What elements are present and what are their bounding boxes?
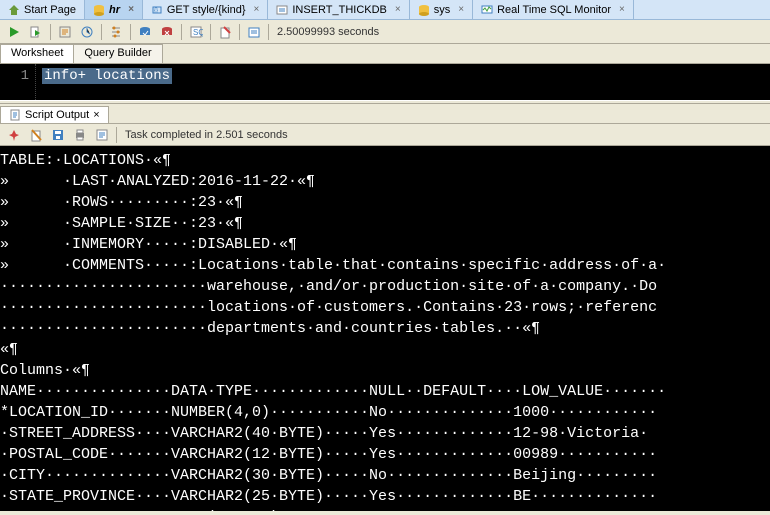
execution-time-label: 2.50099993 seconds <box>277 26 379 38</box>
run-button[interactable] <box>4 22 24 42</box>
explain-plan-button[interactable] <box>55 22 75 42</box>
line-gutter: 1 <box>0 64 36 100</box>
output-toolbar: Task completed in 2.501 seconds <box>0 124 770 146</box>
subtab-query-builder[interactable]: Query Builder <box>73 44 162 63</box>
close-icon[interactable]: × <box>93 109 99 121</box>
tab-sql-monitor[interactable]: Real Time SQL Monitor × <box>473 0 634 19</box>
sql-icon <box>276 4 288 16</box>
separator <box>210 24 211 40</box>
history-button[interactable] <box>244 22 264 42</box>
worksheet-subtabs: Worksheet Query Builder <box>0 44 770 64</box>
tab-label: Start Page <box>24 4 76 16</box>
find-button[interactable] <box>92 125 112 145</box>
close-icon[interactable]: × <box>254 4 260 15</box>
home-icon <box>8 4 20 16</box>
print-button[interactable] <box>70 125 90 145</box>
pin-button[interactable] <box>4 125 24 145</box>
close-icon[interactable]: × <box>619 4 625 15</box>
autotrace-button[interactable] <box>77 22 97 42</box>
separator <box>239 24 240 40</box>
file-tabs: Start Page hr × {} GET style/{kind} × IN… <box>0 0 770 20</box>
editor-content[interactable]: info+ locations <box>36 64 178 100</box>
rollback-button[interactable] <box>157 22 177 42</box>
clear-button[interactable] <box>215 22 235 42</box>
save-output-button[interactable] <box>48 125 68 145</box>
tab-hr[interactable]: hr × <box>85 0 143 19</box>
rest-icon: {} <box>151 4 163 16</box>
svg-text:{}: {} <box>154 8 158 14</box>
sql-tuning-button[interactable] <box>106 22 126 42</box>
output-status-label: Task completed in 2.501 seconds <box>125 129 288 141</box>
svg-text:SQL: SQL <box>193 28 203 37</box>
worksheet-toolbar: SQL 2.50099993 seconds <box>0 20 770 44</box>
tab-label: GET style/{kind} <box>167 4 246 16</box>
tab-insert-thickdb[interactable]: INSERT_THICKDB × <box>268 0 409 19</box>
run-script-button[interactable] <box>26 22 46 42</box>
monitor-icon <box>481 4 493 16</box>
script-icon <box>9 109 21 121</box>
output-tabs: Script Output × <box>0 104 770 124</box>
separator <box>268 24 269 40</box>
tab-get-style[interactable]: {} GET style/{kind} × <box>143 0 269 19</box>
tab-label: hr <box>109 4 120 16</box>
clear-output-button[interactable] <box>26 125 46 145</box>
separator <box>181 24 182 40</box>
sql-editor[interactable]: 1 info+ locations <box>0 64 770 100</box>
tab-label: sys <box>434 4 451 16</box>
script-output-pane[interactable]: TABLE:·LOCATIONS·«¶ » ·LAST·ANALYZED:201… <box>0 146 770 511</box>
tab-label: Real Time SQL Monitor <box>497 4 611 16</box>
unshared-worksheet-button[interactable]: SQL <box>186 22 206 42</box>
db-icon <box>93 4 105 16</box>
separator <box>101 24 102 40</box>
db-icon <box>418 4 430 16</box>
close-icon[interactable]: × <box>395 4 401 15</box>
separator <box>116 127 117 143</box>
tab-start-page[interactable]: Start Page <box>0 0 85 19</box>
tab-sys[interactable]: sys × <box>410 0 473 19</box>
commit-button[interactable] <box>135 22 155 42</box>
close-icon[interactable]: × <box>458 4 464 15</box>
output-tab-label: Script Output <box>25 109 89 121</box>
tab-label: INSERT_THICKDB <box>292 4 387 16</box>
subtab-worksheet[interactable]: Worksheet <box>0 44 74 63</box>
output-tab-script[interactable]: Script Output × <box>0 106 109 123</box>
close-icon[interactable]: × <box>128 4 134 15</box>
separator <box>50 24 51 40</box>
separator <box>130 24 131 40</box>
